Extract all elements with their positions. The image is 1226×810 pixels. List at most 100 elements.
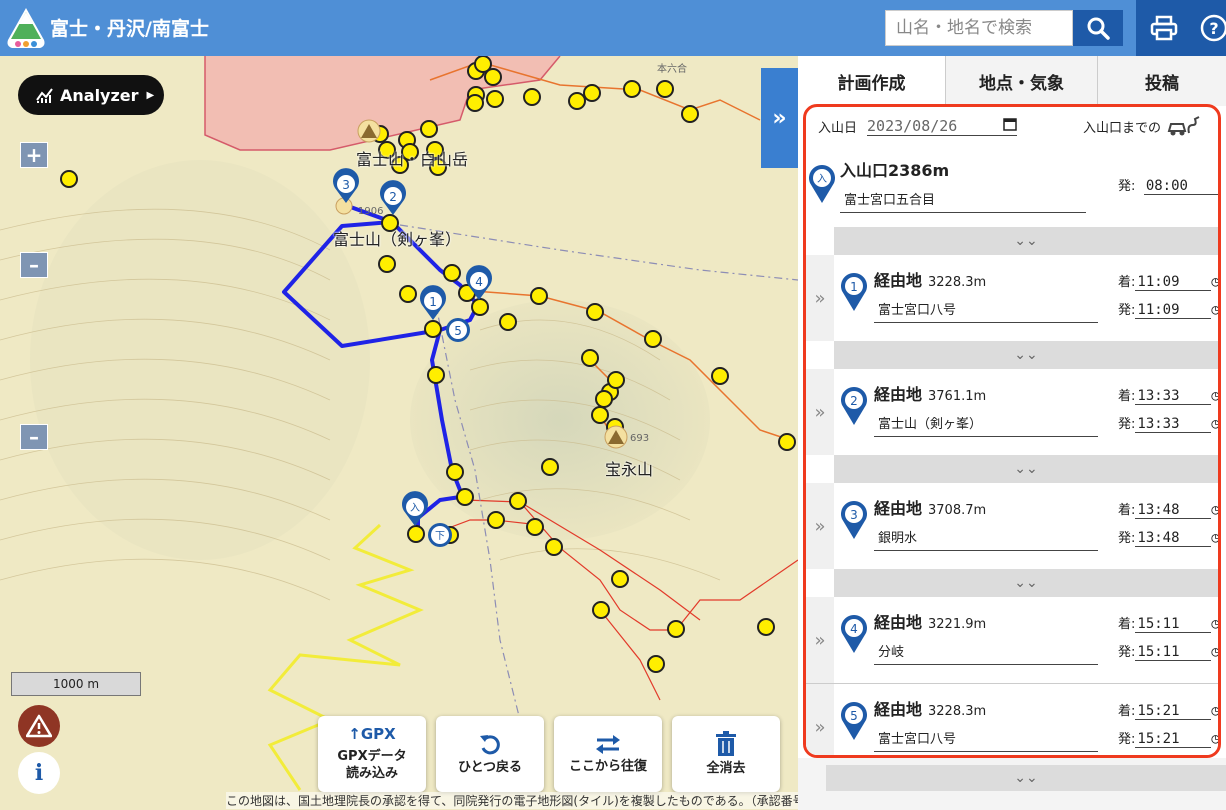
route-toolbar: ↑GPX GPXデータ 読み込み ひとつ戻る ここから往復 全消去: [318, 716, 780, 792]
gpx-upload-icon: ↑GPX: [348, 725, 396, 744]
label-hoeizan: 宝永山: [605, 460, 654, 479]
segment-expand-0[interactable]: ⌄⌄: [834, 227, 1218, 255]
stop-5-arrive-row: 着: 15:21 ◷: [1118, 700, 1218, 720]
segment-expand-2[interactable]: ⌄⌄: [834, 455, 1218, 483]
stop-2-depart[interactable]: 13:33: [1135, 416, 1212, 433]
clock-icon[interactable]: ◷: [1211, 616, 1218, 632]
stop-3[interactable]: » 3 経由地 3708.7m 銀明水 着: 13:48 ◷ 発: 13:48 ◷: [806, 483, 1218, 569]
start-point[interactable]: 入 入山口2386m 富士宮口五合目 発: 08:00 ◷: [806, 145, 1218, 227]
zoom-slider-handle[interactable]: –: [20, 252, 48, 278]
clock-icon[interactable]: ◷: [1211, 530, 1218, 546]
stop-5-depart-row: 発: 15:21 ◷: [1118, 728, 1218, 748]
warning-icon: [26, 714, 52, 738]
stop-4-elevation: 3221.9m: [928, 617, 987, 632]
zoom-out-button[interactable]: –: [20, 424, 48, 450]
search-button[interactable]: [1073, 10, 1123, 46]
stop-2[interactable]: » 2 経由地 3761.1m 富士山（剣ヶ峯） 着: 13:33 ◷ 発: 13:33…: [806, 369, 1218, 455]
stop-3-place[interactable]: 銀明水: [874, 525, 1098, 551]
arrive-label: 着:: [1118, 275, 1136, 290]
stop-4-arrive[interactable]: 15:11: [1135, 616, 1212, 633]
arrive-label: 着:: [1118, 617, 1136, 632]
stop-kind: 経由地 3228.3m: [874, 696, 986, 720]
depart-label: 発:: [1118, 645, 1136, 660]
plan-panel: 計画作成 地点・気象 投稿 入山日 2023/08/26 入山口までの 入 入山…: [798, 56, 1226, 810]
stop-3-arrive[interactable]: 13:48: [1135, 502, 1212, 519]
collapse-panel-button[interactable]: »: [761, 68, 798, 168]
stop-handle[interactable]: »: [806, 684, 834, 755]
clock-icon[interactable]: ◷: [1211, 703, 1218, 719]
calendar-icon[interactable]: [1003, 117, 1017, 131]
car-icon[interactable]: [1167, 115, 1201, 137]
date-input[interactable]: 2023/08/26: [867, 117, 1018, 136]
map-attribution: この地図は、国土地理院長の承認を得て、同院発行の電子地形図(タイル)を複製したも…: [226, 792, 798, 809]
stop-handle[interactable]: »: [806, 483, 834, 569]
undo-button[interactable]: ひとつ戻る: [436, 716, 544, 792]
gpx-label-1: GPXデータ: [337, 748, 407, 764]
clock-icon[interactable]: ◷: [1211, 388, 1218, 404]
stop-3-depart[interactable]: 13:48: [1135, 530, 1212, 547]
clock-icon[interactable]: ◷: [1211, 416, 1218, 432]
roundtrip-label: ここから往復: [568, 758, 647, 774]
start-place-input[interactable]: 富士宮口五合目: [840, 187, 1086, 213]
stop-3-elevation: 3708.7m: [928, 503, 987, 518]
clock-icon[interactable]: ◷: [1211, 644, 1218, 660]
stop-5-depart[interactable]: 15:21: [1135, 731, 1212, 748]
stop-5-arrive[interactable]: 15:21: [1135, 703, 1212, 720]
stop-handle[interactable]: »: [806, 369, 834, 455]
stop-2-place[interactable]: 富士山（剣ヶ峯）: [874, 411, 1098, 437]
stop-2-arrive[interactable]: 13:33: [1135, 388, 1212, 405]
clear-all-label: 全消去: [706, 760, 746, 776]
stop-1[interactable]: » 1 経由地 3228.3m 富士宮口八号 着: 11:09 ◷ 発: 11:09 ◷: [806, 255, 1218, 341]
roundtrip-button[interactable]: ここから往復: [554, 716, 662, 792]
stop-2-depart-row: 発: 13:33 ◷: [1118, 413, 1218, 433]
app-logo-icon[interactable]: [6, 6, 46, 50]
tab-plan[interactable]: 計画作成: [798, 56, 946, 106]
gpx-import-button[interactable]: ↑GPX GPXデータ 読み込み: [318, 716, 426, 792]
depart-label: 発:: [1118, 531, 1136, 546]
stop-handle[interactable]: »: [806, 255, 834, 341]
clear-all-button[interactable]: 全消去: [672, 716, 780, 792]
segment-expand-3[interactable]: ⌄⌄: [834, 569, 1218, 597]
stop-1-place[interactable]: 富士宮口八号: [874, 297, 1098, 323]
warning-button[interactable]: [18, 705, 60, 747]
analyzer-button[interactable]: Analyzer ▶: [18, 75, 164, 115]
map-pin-icon: 入: [809, 165, 835, 203]
arrive-label: 着:: [1118, 704, 1136, 719]
approach-label: 入山口までの: [1083, 120, 1162, 136]
segment-expand-1[interactable]: ⌄⌄: [834, 341, 1218, 369]
start-depart-time[interactable]: 08:00: [1143, 178, 1218, 195]
stop-4[interactable]: » 4 経由地 3221.9m 分岐 着: 15:11 ◷ 発: 15:11 ◷: [806, 597, 1218, 683]
print-button[interactable]: [1136, 0, 1192, 56]
stop-5-place[interactable]: 富士宮口八号: [874, 726, 1098, 752]
stop-3-kind: 経由地: [874, 499, 923, 518]
zoom-in-button[interactable]: +: [20, 142, 48, 168]
segment-expand-5[interactable]: ⌄⌄: [826, 765, 1226, 791]
chevron-down-icon: ⌄⌄: [1014, 233, 1038, 249]
marker-1: 1: [429, 295, 437, 309]
stop-1-arrive[interactable]: 11:09: [1135, 274, 1212, 291]
stop-4-depart[interactable]: 15:11: [1135, 644, 1212, 661]
tab-post[interactable]: 投稿: [1098, 56, 1226, 106]
label-elev-693: 693: [630, 433, 650, 444]
printer-icon: [1150, 15, 1178, 41]
depart-label: 発:: [1118, 417, 1136, 432]
chevron-down-icon: ⌄⌄: [1014, 770, 1038, 786]
clock-icon[interactable]: ◷: [1211, 502, 1218, 518]
map-pin-icon: 3: [841, 501, 867, 539]
info-button[interactable]: i: [18, 752, 60, 794]
search-input[interactable]: [885, 10, 1073, 46]
stop-1-number: 1: [850, 280, 858, 294]
stop-4-place[interactable]: 分岐: [874, 639, 1098, 665]
tab-points-weather[interactable]: 地点・気象: [946, 56, 1098, 106]
undo-icon: [480, 734, 500, 754]
stop-handle[interactable]: »: [806, 597, 834, 683]
stop-5[interactable]: » 5 経由地 3228.3m 富士宮口八号 着: 15:21 ◷ 発: 15:21 ◷: [806, 683, 1218, 755]
map-view[interactable]: 3 2 1 5 4 入 下 富士山・白山岳 富士山（剣ヶ峯） 宝永山 1906 …: [0, 56, 798, 810]
start-pin-label: 入: [817, 174, 827, 185]
clock-icon[interactable]: ◷: [1211, 302, 1218, 318]
clock-icon[interactable]: ◷: [1211, 731, 1218, 747]
app-title[interactable]: 富士・丹沢/南富士: [50, 14, 209, 41]
clock-icon[interactable]: ◷: [1211, 274, 1218, 290]
help-button[interactable]: ?: [1192, 0, 1226, 56]
stop-1-depart[interactable]: 11:09: [1135, 302, 1212, 319]
